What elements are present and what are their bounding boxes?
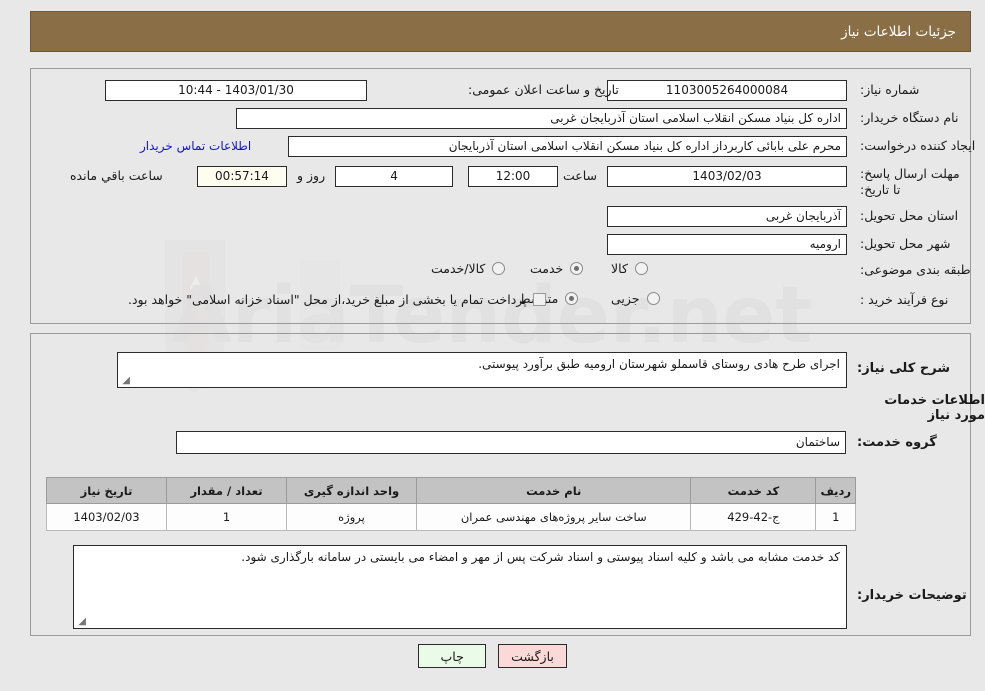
need-number-value: 1103005264000084 bbox=[607, 80, 847, 101]
table-header-row: ردیف کد خدمت نام خدمت واحد اندازه گیری ت… bbox=[46, 477, 856, 504]
buyer-notes-text: کد خدمت مشابه می باشد و کلیه اسناد پیوست… bbox=[241, 550, 840, 564]
need-info-panel bbox=[30, 68, 971, 324]
col-unit: واحد اندازه گیری bbox=[286, 477, 417, 504]
radio-kala-icon[interactable] bbox=[634, 262, 648, 275]
need-number-label: شماره نیاز: bbox=[860, 82, 920, 97]
summary-text: اجرای طرح هادی روستای قاسملو شهرستان ارو… bbox=[478, 357, 840, 371]
treasury-note-row[interactable]: پرداخت تمام یا بخشی از مبلغ خرید،از محل … bbox=[128, 292, 546, 307]
buyer-contact-link[interactable]: اطلاعات تماس خریدار bbox=[140, 139, 251, 153]
radio-kala-khedmat-icon[interactable] bbox=[492, 262, 506, 275]
remaining-days-value: 4 bbox=[335, 166, 453, 187]
window-title-bar: جزئیات اطلاعات نیاز bbox=[30, 11, 971, 52]
summary-textarea[interactable]: اجرای طرح هادی روستای قاسملو شهرستان ارو… bbox=[117, 352, 847, 388]
announce-datetime-value: 1403/01/30 - 10:44 bbox=[105, 80, 367, 101]
treasury-note-label: پرداخت تمام یا بخشی از مبلغ خرید،از محل … bbox=[128, 292, 527, 307]
page-root: AriaTender.net جزئیات اطلاعات نیاز شماره… bbox=[0, 0, 985, 691]
radio-khedmat-icon[interactable] bbox=[570, 262, 584, 275]
cell-index: 1 bbox=[815, 503, 856, 531]
col-index: ردیف bbox=[815, 477, 856, 504]
category-option-kala[interactable]: کالا bbox=[601, 261, 651, 276]
cell-date: 1403/02/03 bbox=[46, 503, 167, 531]
process-label: نوع فرآیند خرید : bbox=[860, 292, 949, 307]
buyer-org-value: اداره کل بنیاد مسکن انقلاب اسلامی استان … bbox=[236, 108, 847, 129]
requester-label: ایجاد کننده درخواست: bbox=[860, 138, 976, 153]
category-option-khedmat[interactable]: خدمت bbox=[520, 261, 586, 276]
radio-jozee-icon[interactable] bbox=[646, 292, 660, 305]
buyer-notes-label: توضیحات خریدار: bbox=[857, 588, 967, 603]
cell-unit: پروژه bbox=[286, 503, 417, 531]
process-option-jozee[interactable]: جزیی bbox=[601, 291, 663, 306]
deadline-date-value: 1403/02/03 bbox=[607, 166, 847, 187]
back-button[interactable]: بازگشت bbox=[498, 644, 567, 668]
col-code: کد خدمت bbox=[690, 477, 817, 504]
deadline-hour-value: 12:00 bbox=[468, 166, 558, 187]
buyer-notes-textarea[interactable]: کد خدمت مشابه می باشد و کلیه اسناد پیوست… bbox=[73, 545, 847, 629]
col-date: تاریخ نیاز bbox=[46, 477, 167, 504]
requester-value: محرم علی بابائی کاربرداز اداره کل بنیاد … bbox=[288, 136, 847, 157]
province-label: استان محل تحویل: bbox=[860, 208, 959, 223]
announce-datetime-label: تاریخ و ساعت اعلان عمومی: bbox=[468, 82, 619, 97]
services-table: ردیف کد خدمت نام خدمت واحد اندازه گیری ت… bbox=[46, 477, 856, 531]
table-row[interactable]: 1 ج-42-429 ساخت سایر پروژه‌های مهندسی عم… bbox=[46, 503, 856, 531]
category-option-kala-khedmat[interactable]: کالا/خدمت bbox=[421, 261, 508, 276]
process-option-jozee-label: جزیی bbox=[611, 291, 640, 306]
treasury-checkbox-icon[interactable] bbox=[532, 293, 546, 306]
service-group-label: گروه خدمت: bbox=[857, 435, 937, 450]
category-option-kala-label: کالا bbox=[611, 261, 628, 276]
countdown-timer: 00:57:14 bbox=[197, 166, 287, 187]
resize-grip-icon[interactable]: ◢ bbox=[120, 376, 130, 386]
radio-motavaset-icon[interactable] bbox=[565, 292, 579, 305]
remaining-days-label: روز و bbox=[297, 168, 326, 183]
cell-quantity: 1 bbox=[166, 503, 287, 531]
category-label: طبقه بندی موضوعی: bbox=[860, 262, 971, 277]
province-value: آذربایجان غربی bbox=[607, 206, 847, 227]
city-label: شهر محل تحویل: bbox=[860, 236, 951, 251]
category-option-khedmat-label: خدمت bbox=[530, 261, 564, 276]
service-group-value: ساختمان bbox=[176, 431, 846, 454]
countdown-label: ساعت باقي مانده bbox=[70, 168, 163, 183]
col-name: نام خدمت bbox=[415, 477, 692, 504]
page-title: جزئیات اطلاعات نیاز bbox=[841, 23, 956, 40]
cell-code: ج-42-429 bbox=[690, 503, 817, 531]
print-button[interactable]: چاپ bbox=[418, 644, 487, 668]
deadline-label: مهلت ارسال پاسخ: تا تاریخ: bbox=[860, 166, 960, 197]
col-quantity: تعداد / مقدار bbox=[166, 477, 287, 504]
city-value: ارومیه bbox=[607, 234, 847, 255]
category-option-kala-khedmat-label: کالا/خدمت bbox=[431, 261, 486, 276]
buyer-org-label: نام دستگاه خریدار: bbox=[860, 110, 959, 125]
resize-grip-icon-notes[interactable]: ◢ bbox=[76, 617, 86, 627]
cell-name: ساخت سایر پروژه‌های مهندسی عمران bbox=[415, 503, 692, 531]
footer-actions: بازگشت چاپ bbox=[0, 644, 985, 668]
summary-label: شرح کلی نیاز: bbox=[857, 361, 951, 376]
deadline-hour-label: ساعت bbox=[563, 168, 598, 183]
services-section-heading: اطلاعات خدمات مورد نیاز bbox=[884, 393, 985, 423]
